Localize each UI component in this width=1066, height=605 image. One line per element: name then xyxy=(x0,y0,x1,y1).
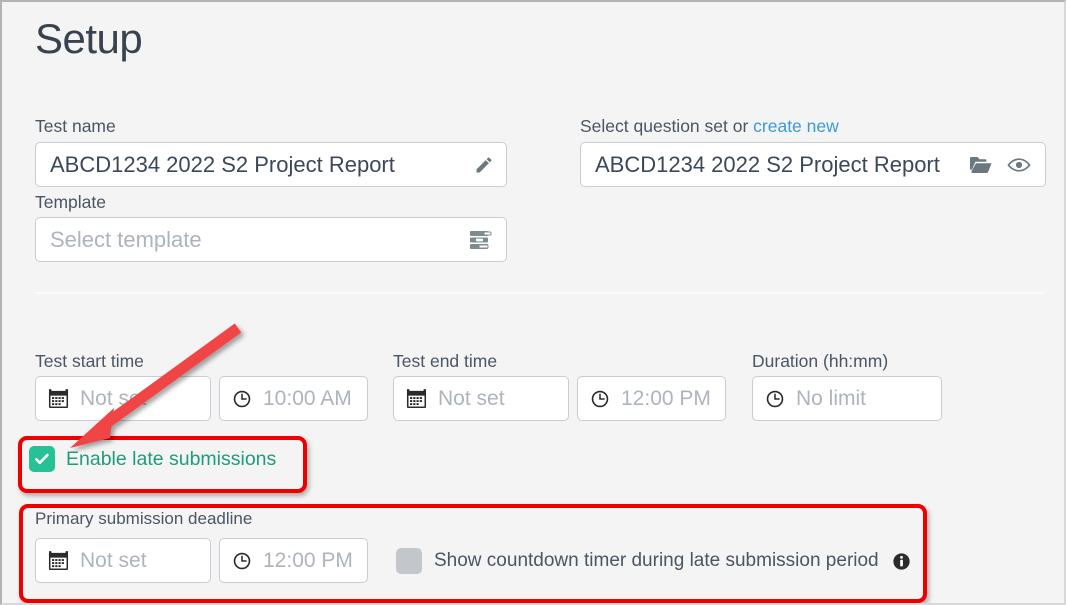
clock-icon xyxy=(765,389,785,409)
test-end-date-value: Not set xyxy=(438,386,505,410)
create-new-link[interactable]: create new xyxy=(753,116,839,136)
test-name-label: Test name xyxy=(35,116,116,136)
primary-deadline-date-input[interactable]: Not set xyxy=(35,538,211,583)
test-name-input[interactable]: ABCD1234 2022 S2 Project Report xyxy=(35,142,507,187)
test-end-time-value: 12:00 PM xyxy=(621,386,711,410)
test-start-time-value: 10:00 AM xyxy=(263,386,352,410)
enable-late-submissions-row[interactable]: Enable late submissions xyxy=(29,446,276,472)
setup-page: Setup Test name ABCD1234 2022 S2 Project… xyxy=(0,0,1066,605)
duration-input[interactable]: No limit xyxy=(752,376,942,421)
show-countdown-timer-checkbox[interactable] xyxy=(396,548,422,574)
primary-submission-deadline-label: Primary submission deadline xyxy=(35,509,253,528)
enable-late-submissions-label: Enable late submissions xyxy=(66,447,277,470)
calendar-icon xyxy=(48,550,69,571)
test-name-value: ABCD1234 2022 S2 Project Report xyxy=(50,151,395,177)
test-start-date-value: Not set xyxy=(80,386,147,410)
section-divider xyxy=(35,292,1043,294)
test-end-time-input[interactable]: 12:00 PM xyxy=(577,376,726,421)
template-label: Template xyxy=(35,192,107,212)
test-start-time-label: Test start time xyxy=(35,351,144,371)
test-name-actions xyxy=(474,155,494,175)
enable-late-submissions-checkbox[interactable] xyxy=(29,446,55,472)
show-countdown-timer-label: Show countdown timer during late submiss… xyxy=(434,550,879,571)
info-icon[interactable] xyxy=(893,552,910,570)
calendar-icon xyxy=(406,388,427,409)
pencil-icon[interactable] xyxy=(474,155,494,175)
duration-label: Duration (hh:mm) xyxy=(752,351,889,371)
duration-value: No limit xyxy=(796,386,867,410)
question-set-select[interactable]: ABCD1234 2022 S2 Project Report xyxy=(580,142,1046,187)
question-set-value: ABCD1234 2022 S2 Project Report xyxy=(595,151,940,177)
test-start-date-input[interactable]: Not set xyxy=(35,376,211,421)
test-end-time-label: Test end time xyxy=(393,351,498,371)
clock-icon xyxy=(590,389,610,409)
calendar-icon xyxy=(48,388,69,409)
template-select[interactable]: Select template xyxy=(35,217,507,262)
primary-deadline-date-value: Not set xyxy=(80,548,147,572)
clock-icon xyxy=(232,389,252,409)
primary-deadline-time-value: 12:00 PM xyxy=(263,548,353,572)
template-actions xyxy=(470,230,492,249)
primary-deadline-time-input[interactable]: 12:00 PM xyxy=(219,538,368,583)
test-end-date-input[interactable]: Not set xyxy=(393,376,569,421)
template-placeholder: Select template xyxy=(50,226,202,252)
question-set-actions xyxy=(969,155,1031,175)
question-set-label: Select question set or create new xyxy=(580,116,839,137)
list-icon[interactable] xyxy=(470,230,492,249)
test-start-time-input[interactable]: 10:00 AM xyxy=(219,376,368,421)
clock-icon xyxy=(232,551,252,571)
question-set-label-text: Select question set or xyxy=(580,116,754,136)
folder-open-icon[interactable] xyxy=(969,155,993,175)
page-title: Setup xyxy=(35,15,143,62)
show-countdown-timer-row[interactable]: Show countdown timer during late submiss… xyxy=(396,548,910,574)
eye-icon[interactable] xyxy=(1007,156,1031,174)
